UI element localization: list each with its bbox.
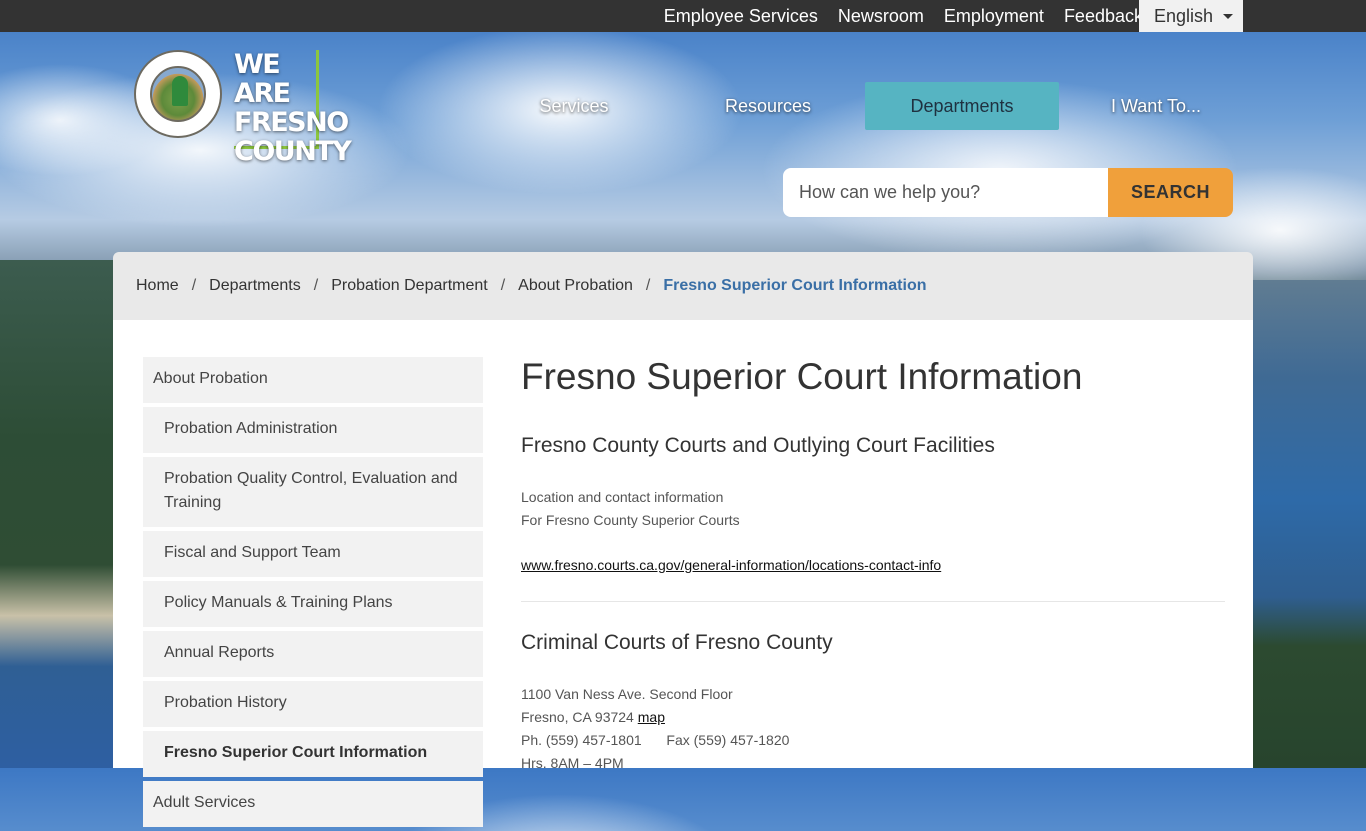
- language-label: English: [1154, 5, 1214, 26]
- breadcrumb-current: Fresno Superior Court Information: [663, 277, 927, 294]
- fax-number: Fax (559) 457-1820: [666, 732, 790, 748]
- newsroom-link[interactable]: Newsroom: [838, 6, 924, 27]
- breadcrumb-home[interactable]: Home: [136, 277, 179, 295]
- sidebar-item-adult-services[interactable]: Adult Services: [143, 781, 483, 827]
- breadcrumb-separator: /: [313, 277, 319, 294]
- map-link[interactable]: map: [638, 709, 665, 725]
- sidebar-item-probation-administration[interactable]: Probation Administration: [143, 407, 483, 453]
- logo-line: COUNTY: [234, 136, 352, 167]
- employment-link[interactable]: Employment: [944, 6, 1044, 27]
- site-search: SEARCH: [783, 168, 1233, 217]
- sidebar-item-fiscal-support[interactable]: Fiscal and Support Team: [143, 531, 483, 577]
- content-panel: About Probation Probation Administration…: [113, 320, 1253, 827]
- office-hours: Hrs. 8AM – 4PM: [521, 755, 624, 771]
- city-state-zip: Fresno, CA 93724: [521, 709, 634, 725]
- phone-number: Ph. (559) 457-1801: [521, 732, 642, 748]
- sidebar-nav: About Probation Probation Administration…: [143, 357, 483, 831]
- search-input[interactable]: [783, 168, 1108, 217]
- language-select[interactable]: English: [1139, 0, 1243, 32]
- address-line-2: Fresno, CA 93724 map: [521, 706, 1225, 729]
- feedback-link[interactable]: Feedback: [1064, 6, 1143, 27]
- tree-icon: [172, 76, 188, 106]
- location-info-text: Location and contact information: [521, 489, 724, 505]
- background-scenery-left: [0, 260, 113, 768]
- section-heading-courts: Fresno County Courts and Outlying Court …: [521, 434, 995, 457]
- caret-down-icon: [1223, 14, 1233, 19]
- main-nav: Services Resources Departments I Want To…: [477, 82, 1253, 130]
- breadcrumb-departments[interactable]: Departments: [209, 277, 301, 295]
- court-locations-link[interactable]: www.fresno.courts.ca.gov/general-informa…: [521, 557, 941, 573]
- sidebar-item-superior-court-info[interactable]: Fresno Superior Court Information: [143, 731, 483, 777]
- sidebar-item-quality-control[interactable]: Probation Quality Control, Evaluation an…: [143, 457, 483, 527]
- sidebar-item-annual-reports[interactable]: Annual Reports: [143, 631, 483, 677]
- employee-services-link[interactable]: Employee Services: [664, 6, 818, 27]
- main-content: Fresno Superior Court Information Fresno…: [521, 348, 1225, 775]
- breadcrumb-probation-department[interactable]: Probation Department: [331, 277, 488, 295]
- nav-resources[interactable]: Resources: [671, 82, 865, 130]
- breadcrumb-about-probation[interactable]: About Probation: [518, 277, 633, 295]
- breadcrumb-separator: /: [645, 277, 651, 294]
- sidebar-item-about-probation[interactable]: About Probation: [143, 357, 483, 403]
- nav-i-want-to[interactable]: I Want To...: [1059, 82, 1253, 130]
- address-line-1: 1100 Van Ness Ave. Second Floor: [521, 686, 733, 702]
- superior-courts-text: For Fresno County Superior Courts: [521, 512, 740, 528]
- section-divider: [521, 601, 1225, 602]
- background-scenery-right: [1253, 280, 1366, 768]
- sidebar-item-policy-manuals[interactable]: Policy Manuals & Training Plans: [143, 581, 483, 627]
- logo-line: WE ARE: [234, 49, 291, 109]
- nav-departments[interactable]: Departments: [865, 82, 1059, 130]
- sidebar-item-probation-history[interactable]: Probation History: [143, 681, 483, 727]
- breadcrumb: Home / Departments / Probation Departmen…: [113, 252, 1253, 320]
- search-button[interactable]: SEARCH: [1108, 168, 1233, 217]
- utility-links: Employee Services Newsroom Employment Fe…: [644, 0, 1143, 32]
- section-heading-criminal-courts: Criminal Courts of Fresno County: [521, 631, 833, 654]
- breadcrumb-separator: /: [500, 277, 506, 294]
- page-title: Fresno Superior Court Information: [521, 356, 1083, 397]
- nav-services[interactable]: Services: [477, 82, 671, 130]
- we-are-fresno-county-logo[interactable]: WE ARE FRESNO COUNTY: [234, 49, 352, 166]
- logo-line: FRESNO: [234, 107, 349, 138]
- breadcrumb-separator: /: [191, 277, 197, 294]
- phone-fax-line: Ph. (559) 457-1801 Fax (559) 457-1820: [521, 729, 1225, 752]
- county-seal-logo[interactable]: [134, 50, 222, 138]
